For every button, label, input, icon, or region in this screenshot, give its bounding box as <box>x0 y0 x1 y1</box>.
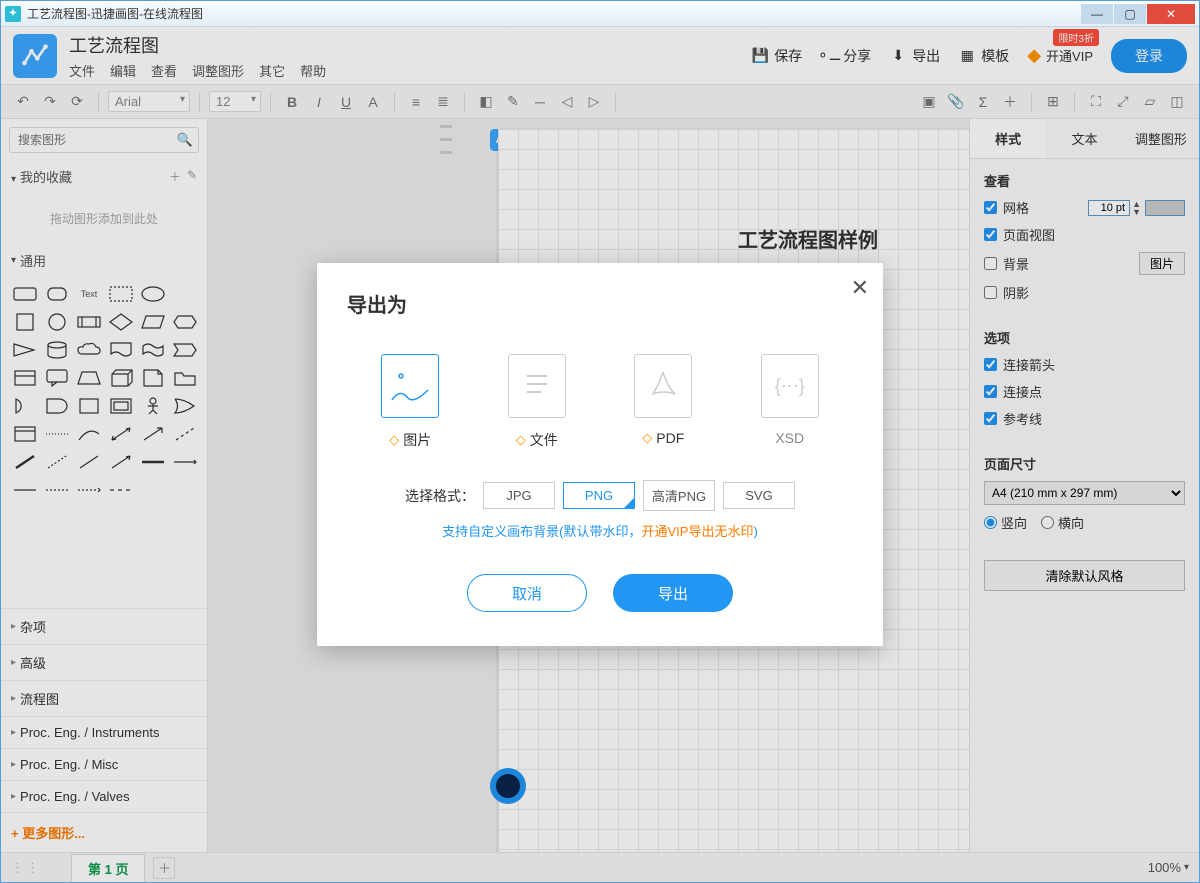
watermark-note: 支持自定义画布背景(默认带水印，开通VIP导出无水印) <box>347 521 853 540</box>
diamond-icon: ◇ <box>516 432 526 448</box>
dialog-title: 导出为 <box>347 289 853 318</box>
export-type-image[interactable]: ◇图片 <box>381 354 439 450</box>
window-maximize-button[interactable]: ▢ <box>1114 4 1146 24</box>
export-type-xsd[interactable]: {⋯} XSD <box>761 354 819 450</box>
dialog-export-button[interactable]: 导出 <box>613 574 733 612</box>
format-jpg-button[interactable]: JPG <box>483 482 555 509</box>
image-type-icon <box>381 354 439 418</box>
xsd-type-icon: {⋯} <box>761 354 819 418</box>
app-icon: ✦ <box>5 6 21 22</box>
app-window: ✦ 工艺流程图-迅捷画图-在线流程图 — ▢ ✕ 工艺流程图 文件 编辑 查看 … <box>0 0 1200 883</box>
format-label: 选择格式： <box>405 486 475 506</box>
pdf-type-icon <box>634 354 692 418</box>
window-titlebar: ✦ 工艺流程图-迅捷画图-在线流程图 — ▢ ✕ <box>1 1 1199 27</box>
diamond-icon: ◇ <box>389 432 399 448</box>
dialog-cancel-button[interactable]: 取消 <box>467 574 587 612</box>
format-hdpng-button[interactable]: 高清PNG <box>643 480 715 511</box>
modal-overlay[interactable]: ✕ 导出为 ◇图片 ◇文件 ◇PDF {⋯} XSD <box>1 27 1199 882</box>
diamond-icon: ◇ <box>642 430 652 446</box>
dialog-close-button[interactable]: ✕ <box>851 275 869 301</box>
export-type-pdf[interactable]: ◇PDF <box>634 354 692 450</box>
format-png-button[interactable]: PNG <box>563 482 635 509</box>
vip-link[interactable]: 开通VIP导出无水印 <box>642 524 754 539</box>
export-dialog: ✕ 导出为 ◇图片 ◇文件 ◇PDF {⋯} XSD <box>317 263 883 646</box>
window-close-button[interactable]: ✕ <box>1147 4 1195 24</box>
window-title: 工艺流程图-迅捷画图-在线流程图 <box>27 5 1080 22</box>
window-minimize-button[interactable]: — <box>1081 4 1113 24</box>
file-type-icon <box>508 354 566 418</box>
export-type-file[interactable]: ◇文件 <box>508 354 566 450</box>
format-svg-button[interactable]: SVG <box>723 482 795 509</box>
